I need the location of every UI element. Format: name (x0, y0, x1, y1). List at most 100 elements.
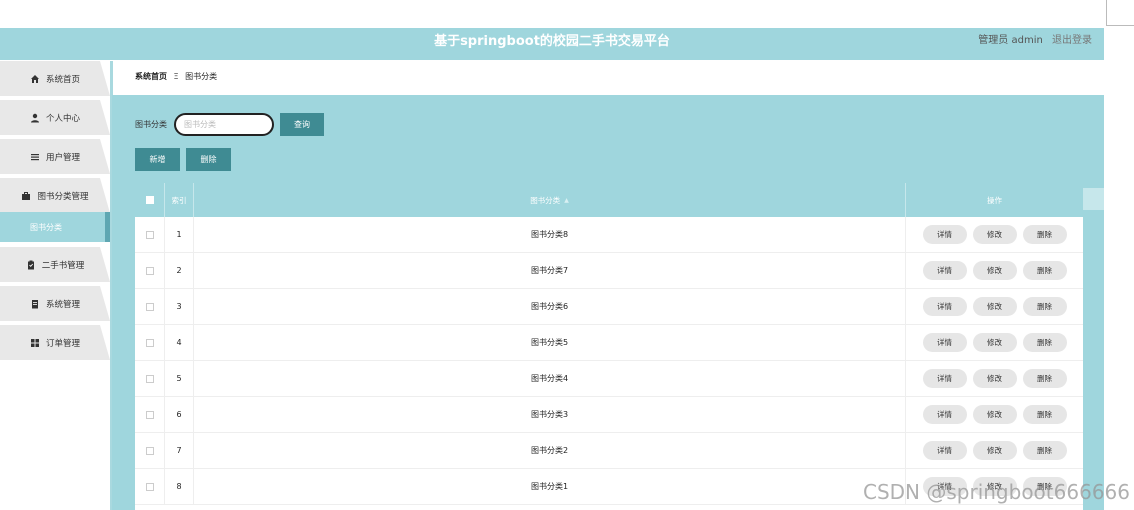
sidebar-item-system[interactable]: 系统管理 (0, 286, 110, 321)
row-checkbox[interactable] (145, 410, 154, 419)
detail-button[interactable]: 详情 (922, 261, 967, 280)
briefcase-icon (21, 191, 31, 201)
top-strip (0, 0, 1134, 28)
edit-button[interactable]: 修改 (972, 297, 1017, 316)
row-actions: 详情 修改 删除 (906, 253, 1083, 288)
app-title: 基于springboot的校园二手书交易平台 (434, 34, 670, 49)
row-category: 图书分类5 (194, 325, 906, 360)
detail-button[interactable]: 详情 (922, 405, 967, 424)
row-delete-button[interactable]: 删除 (1022, 225, 1067, 244)
row-checkbox[interactable] (145, 266, 154, 275)
row-checkbox[interactable] (145, 338, 154, 347)
document-icon (30, 299, 40, 309)
row-delete-button[interactable]: 删除 (1022, 297, 1067, 316)
row-delete-button[interactable]: 删除 (1022, 441, 1067, 460)
row-select-cell (135, 325, 165, 360)
breadcrumb: 系统首页 Ξ 图书分类 (135, 64, 217, 90)
row-checkbox[interactable] (145, 446, 154, 455)
detail-button[interactable]: 详情 (922, 297, 967, 316)
watermark: CSDN @springboot666666 (862, 480, 1130, 504)
row-delete-button[interactable]: 删除 (1022, 369, 1067, 388)
select-all-checkbox[interactable] (145, 196, 154, 204)
sidebar-item-home[interactable]: 系统首页 (0, 61, 110, 96)
window-corner (1106, 0, 1134, 26)
delete-button[interactable]: 删除 (186, 148, 231, 171)
table-row: 3 图书分类6 详情 修改 删除 (135, 289, 1083, 325)
row-delete-button[interactable]: 删除 (1022, 333, 1067, 352)
row-category: 图书分类3 (194, 397, 906, 432)
sort-icon[interactable]: ▲ (564, 197, 569, 204)
search-input[interactable] (174, 113, 274, 136)
row-checkbox[interactable] (145, 302, 154, 311)
row-actions: 详情 修改 删除 (906, 433, 1083, 468)
list-icon (30, 152, 40, 162)
sidebar-item-category-mgmt[interactable]: 图书分类管理 (0, 178, 110, 213)
search-button[interactable]: 查询 (280, 113, 324, 136)
table-row: 2 图书分类7 详情 修改 删除 (135, 253, 1083, 289)
sidebar-subitem-label: 图书分类 (30, 222, 62, 232)
row-delete-button[interactable]: 删除 (1022, 405, 1067, 424)
header-select-cell (135, 183, 165, 217)
sidebar-item-label: 二手书管理 (41, 260, 85, 271)
row-select-cell (135, 289, 165, 324)
sidebar-item-users[interactable]: 用户管理 (0, 139, 110, 174)
sidebar-item-profile[interactable]: 个人中心 (0, 100, 110, 135)
breadcrumb-current: 图书分类 (185, 72, 218, 81)
row-checkbox[interactable] (145, 482, 154, 491)
sidebar-item-label: 用户管理 (45, 152, 80, 163)
header-index: 索引 (165, 183, 194, 217)
detail-button[interactable]: 详情 (922, 333, 967, 352)
row-category: 图书分类2 (194, 433, 906, 468)
clipboard-icon (26, 260, 36, 270)
detail-button[interactable]: 详情 (922, 369, 967, 388)
search-label: 图书分类 (135, 120, 167, 129)
sidebar: 系统首页 个人中心 用户管理 图书分类管理 图书分类 二手书管理 系统管理 订单… (0, 61, 112, 510)
row-select-cell (135, 433, 165, 468)
panel-scroll-strip (1083, 188, 1104, 210)
breadcrumb-separator: Ξ (173, 72, 179, 81)
add-button[interactable]: 新增 (135, 148, 180, 171)
logout-link[interactable]: 退出登录 (1052, 35, 1092, 46)
row-checkbox[interactable] (145, 230, 154, 239)
row-select-cell (135, 253, 165, 288)
row-index: 6 (165, 397, 194, 432)
breadcrumb-home[interactable]: 系统首页 (135, 72, 167, 81)
row-checkbox[interactable] (145, 374, 154, 383)
row-index: 5 (165, 361, 194, 396)
table-row: 4 图书分类5 详情 修改 删除 (135, 325, 1083, 361)
row-index: 2 (165, 253, 194, 288)
row-category: 图书分类1 (194, 469, 906, 504)
sidebar-item-label: 系统管理 (45, 299, 80, 310)
sidebar-item-orders[interactable]: 订单管理 (0, 325, 110, 360)
sidebar-item-books[interactable]: 二手书管理 (0, 247, 110, 282)
row-select-cell (135, 217, 165, 252)
sidebar-item-label: 个人中心 (45, 113, 80, 124)
header-category-label: 图书分类 (530, 195, 561, 205)
data-table: 索引 图书分类 ▲ 操作 1 图书分类 8 详情 修改 删除 2 图书分类7 详情… (135, 183, 1083, 510)
app-window: 基于springboot的校园二手书交易平台 管理员 admin 退出登录 系统… (0, 0, 1134, 510)
row-index: 7 (165, 433, 194, 468)
sidebar-subitem-category[interactable]: 图书分类 (0, 212, 110, 242)
row-index: 4 (165, 325, 194, 360)
row-select-cell (135, 361, 165, 396)
table-header: 索引 图书分类 ▲ 操作 (135, 183, 1083, 217)
edit-button[interactable]: 修改 (972, 333, 1017, 352)
row-actions: 详情 修改 删除 (906, 289, 1083, 324)
detail-button[interactable]: 详情 (922, 225, 967, 244)
edit-button[interactable]: 修改 (972, 225, 1017, 244)
row-index: 1 (165, 217, 194, 252)
edit-button[interactable]: 修改 (972, 405, 1017, 424)
header-ops: 操作 (987, 195, 1002, 205)
row-category: 图书分类4 (194, 361, 906, 396)
header-category[interactable]: 图书分类 ▲ (194, 183, 906, 217)
row-index: 8 (165, 469, 194, 504)
row-select-cell (135, 397, 165, 432)
header-bar: 基于springboot的校园二手书交易平台 管理员 admin 退出登录 (0, 28, 1104, 60)
row-actions: 详情 修改 删除 (906, 217, 1083, 252)
edit-button[interactable]: 修改 (972, 261, 1017, 280)
row-index: 3 (165, 289, 194, 324)
edit-button[interactable]: 修改 (972, 369, 1017, 388)
edit-button[interactable]: 修改 (972, 441, 1017, 460)
row-delete-button[interactable]: 删除 (1022, 261, 1067, 280)
detail-button[interactable]: 详情 (922, 441, 967, 460)
